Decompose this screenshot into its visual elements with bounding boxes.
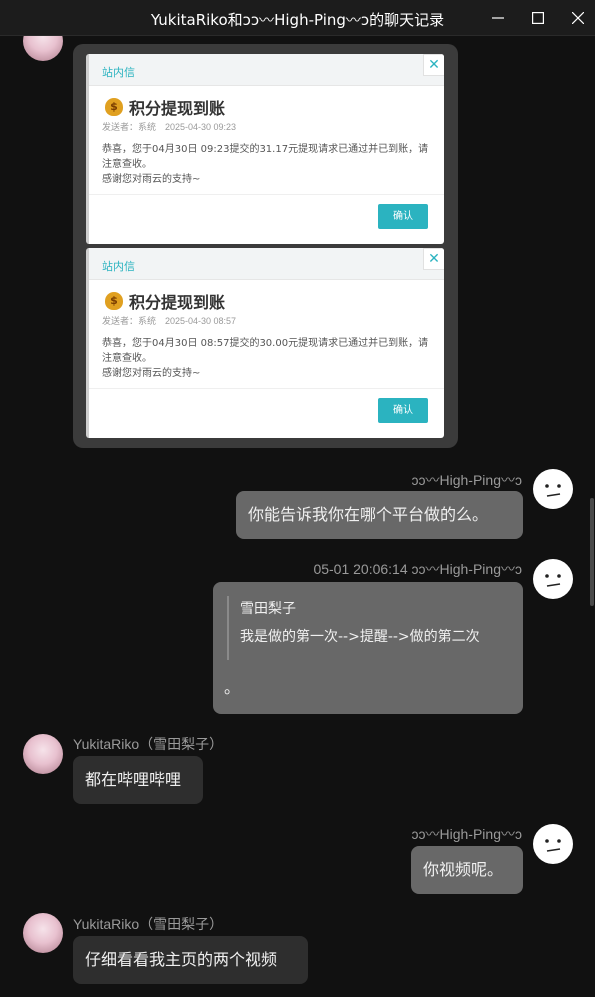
close-icon: ✕ [423,248,444,270]
notice-tag: 站内信 [102,261,135,273]
message-text: 仔细看看我主页的两个视频 [85,950,278,969]
notice-title-text: 积分提现到账 [129,99,226,118]
close-icon: ✕ [423,54,444,76]
minimize-icon [492,17,504,19]
notice-body: 恭喜，您于04月30日 09:23提交的31.17元提现请求已通过并已到账，请注… [102,142,430,187]
message-bubble[interactable]: 你能告诉我你在哪个平台做的么。 [236,491,523,539]
notice-body-line: 恭喜，您于04月30日 08:57提交的30.00元提现请求已通过并已到账，请注… [102,338,429,364]
maximize-button[interactable] [523,6,553,30]
notice-body-line: 感谢您对雨云的支持~ [102,174,201,185]
message-text: 你能告诉我你在哪个平台做的么。 [248,505,489,524]
message-text: 都在哔哩哔哩 [85,770,182,789]
scrollbar-thumb[interactable] [590,498,594,606]
quote-text: 我是做的第一次-->提醒-->做的第二次 [240,629,480,645]
notice-card: 站内信 ✕ 积分提现到账 发送者：系统 2025-04-30 09:23 恭喜，… [86,54,444,244]
avatar-face-icon [545,574,561,587]
image-message[interactable]: 站内信 ✕ 积分提现到账 发送者：系统 2025-04-30 09:23 恭喜，… [73,44,458,448]
notice-header: 站内信 [89,248,444,280]
notice-meta: 发送者：系统 2025-04-30 09:23 [102,122,237,132]
notice-meta: 发送者：系统 2025-04-30 08:57 [102,316,237,326]
sender-name: ↄↄ〰High-Ping〰ↄ [411,472,522,488]
money-bag-icon [105,98,123,116]
avatar-face-icon [545,484,561,497]
notice-header: 站内信 [89,54,444,86]
divider [89,194,444,195]
sender-name: ↄↄ〰High-Ping〰ↄ [411,826,522,842]
avatar[interactable] [23,734,63,774]
notice-body: 恭喜，您于04月30日 08:57提交的30.00元提现请求已通过并已到账，请注… [102,336,430,381]
notice-card: 站内信 ✕ 积分提现到账 发送者：系统 2025-04-30 08:57 恭喜，… [86,248,444,438]
notice-body-line: 感谢您对雨云的支持~ [102,368,201,379]
money-bag-icon [105,292,123,310]
notice-title-text: 积分提现到账 [129,293,226,312]
notice-tag: 站内信 [102,67,135,79]
avatar[interactable] [23,913,63,953]
scrollbar[interactable] [589,36,595,997]
confirm-button: 确认 [378,398,428,423]
avatar[interactable] [533,824,573,864]
message-bubble[interactable]: 雪田梨子 我是做的第一次-->提醒-->做的第二次 。 [213,582,523,714]
notice-title: 积分提现到账 [105,289,225,313]
confirm-button: 确认 [378,204,428,229]
close-button[interactable] [563,6,593,30]
avatar[interactable] [533,469,573,509]
message-bubble[interactable]: 仔细看看我主页的两个视频 [73,936,308,984]
notice-title: 积分提现到账 [105,95,225,119]
message-text: 你视频呢。 [423,860,504,879]
sender-name: YukitaRiko（雪田梨子） [73,916,224,932]
message-bubble[interactable]: 你视频呢。 [411,846,523,894]
divider [89,388,444,389]
notice-body-line: 恭喜，您于04月30日 09:23提交的31.17元提现请求已通过并已到账，请注… [102,144,429,170]
maximize-icon [532,12,544,24]
quote-author: 雪田梨子 [240,601,296,617]
sender-name: YukitaRiko（雪田梨子） [73,736,224,752]
quote-bar [227,596,229,660]
close-icon [572,12,584,24]
avatar[interactable] [533,559,573,599]
message-text: 。 [224,678,241,697]
sender-name: 05-01 20:06:14 ↄↄ〰High-Ping〰ↄ [313,561,522,577]
title-bar: YukitaRiko和ↄↄ〰High-Ping〰ↄ的聊天记录 [0,0,595,36]
message-bubble[interactable]: 都在哔哩哔哩 [73,756,203,804]
avatar-face-icon [545,839,561,852]
minimize-button[interactable] [483,6,513,30]
